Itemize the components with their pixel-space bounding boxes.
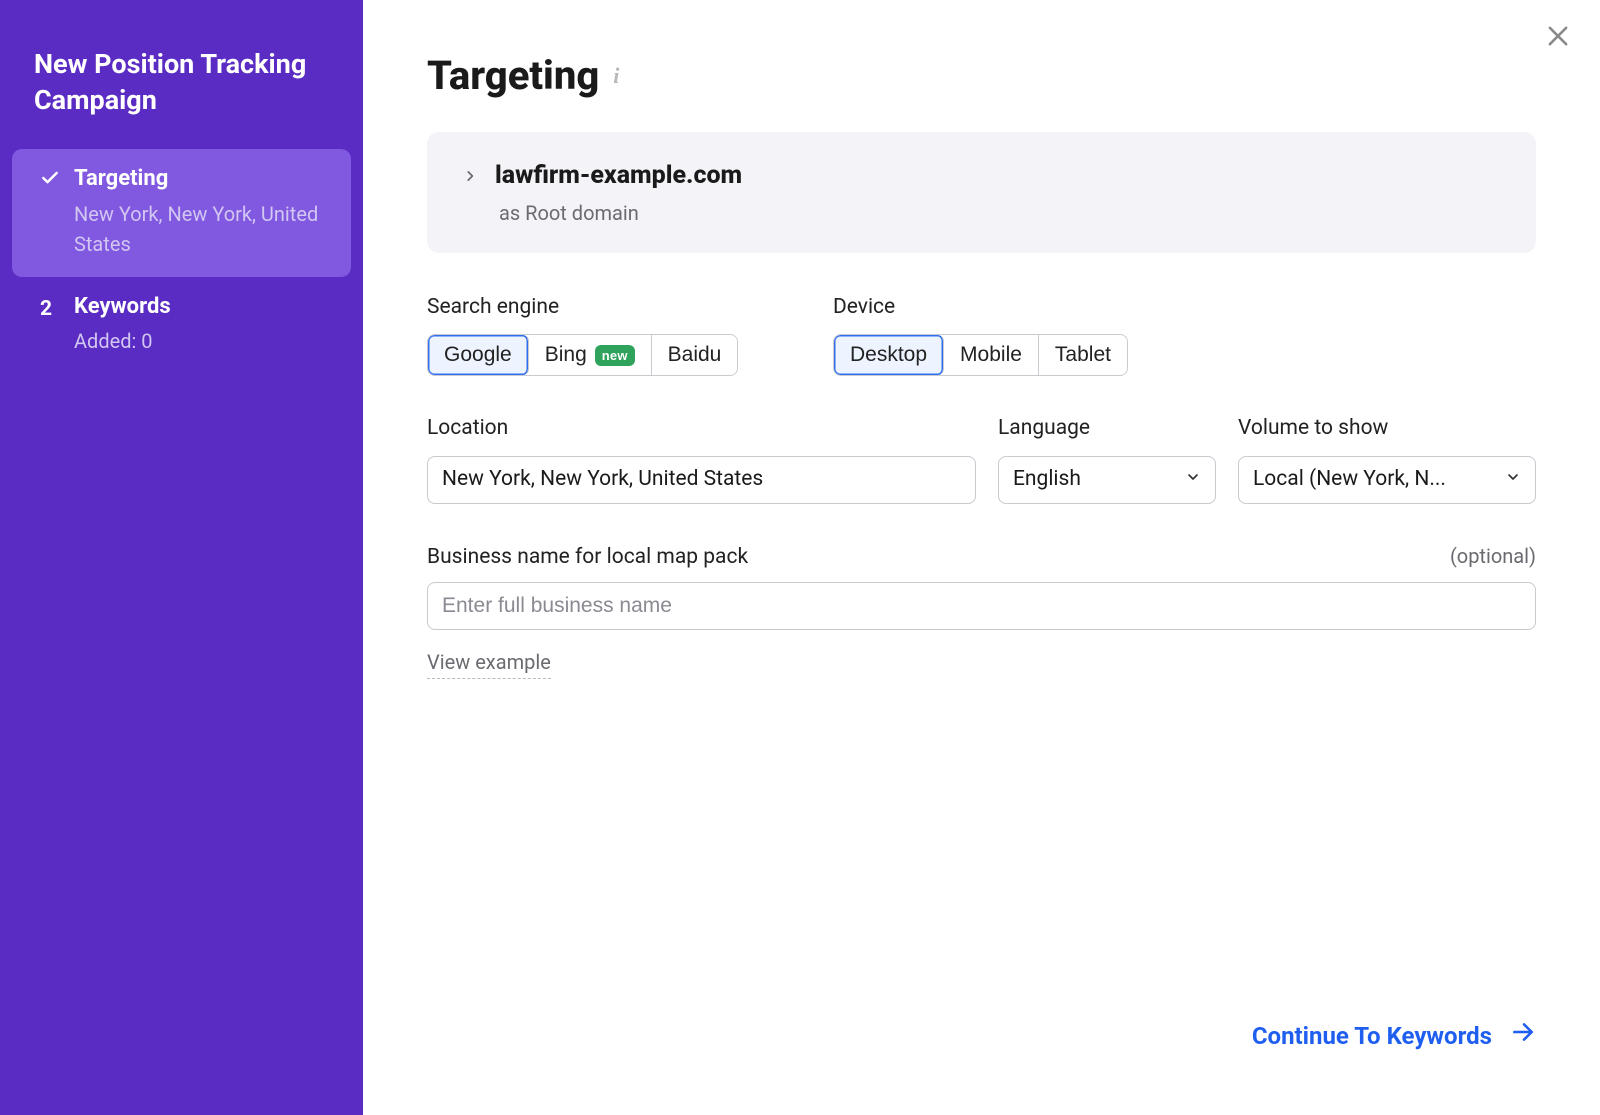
chevron-down-icon [1185,465,1201,494]
step-label: Keywords [74,292,329,323]
option-label: Tablet [1055,343,1111,367]
close-icon [1544,22,1572,50]
option-label: Google [444,343,512,367]
search-engine-google[interactable]: Google [428,335,529,375]
language-value: English [1013,465,1185,494]
view-example-link[interactable]: View example [427,648,551,679]
search-engine-label: Search engine [427,293,807,322]
continue-label: Continue To Keywords [1252,1020,1492,1054]
info-icon[interactable]: i [613,61,619,92]
step-label: Targeting [74,164,329,195]
device-label: Device [833,293,1536,322]
check-icon [40,167,60,259]
chevron-right-icon [463,162,477,190]
option-label: Mobile [960,343,1022,367]
business-name-input[interactable] [427,582,1536,630]
step-keywords[interactable]: 2 Keywords Added: 0 [12,277,351,375]
search-engine-segmented: Google Bing new Baidu [427,334,738,376]
domain-summary[interactable]: lawfirm-example.com as Root domain [427,132,1536,253]
option-label: Baidu [668,343,722,367]
device-desktop[interactable]: Desktop [834,335,944,375]
arrow-right-icon [1510,1019,1536,1055]
chevron-down-icon [1505,465,1521,494]
step-number: 2 [40,295,52,357]
continue-button[interactable]: Continue To Keywords [1252,1019,1536,1055]
sidebar-title: New Position Tracking Campaign [0,46,363,149]
wizard-sidebar: New Position Tracking Campaign Targeting… [0,0,363,1115]
close-button[interactable] [1538,16,1578,56]
optional-label: (optional) [1450,542,1536,570]
volume-value: Local (New York, N... [1253,465,1505,494]
business-label: Business name for local map pack [427,543,748,572]
domain-mode: as Root domain [463,199,1500,227]
device-tablet[interactable]: Tablet [1039,335,1127,375]
volume-select[interactable]: Local (New York, N... [1238,456,1536,504]
device-mobile[interactable]: Mobile [944,335,1039,375]
step-sub: New York, New York, United States [74,199,329,259]
step-sub: Added: 0 [74,326,329,356]
main-panel: Targeting i lawfirm-example.com as Root … [363,0,1600,1115]
location-input[interactable]: New York, New York, United States [427,456,976,504]
location-label: Location [427,414,976,443]
search-engine-bing[interactable]: Bing new [529,335,652,375]
device-segmented: Desktop Mobile Tablet [833,334,1128,376]
option-label: Bing [545,343,587,367]
new-badge: new [595,345,635,366]
option-label: Desktop [850,343,927,367]
search-engine-baidu[interactable]: Baidu [652,335,738,375]
volume-label: Volume to show [1238,414,1536,443]
step-targeting[interactable]: Targeting New York, New York, United Sta… [12,149,351,277]
domain-name: lawfirm-example.com [495,158,742,193]
language-label: Language [998,414,1216,443]
language-select[interactable]: English [998,456,1216,504]
location-value: New York, New York, United States [442,465,961,494]
page-title-text: Targeting [427,48,599,104]
page-title: Targeting i [427,48,1536,104]
